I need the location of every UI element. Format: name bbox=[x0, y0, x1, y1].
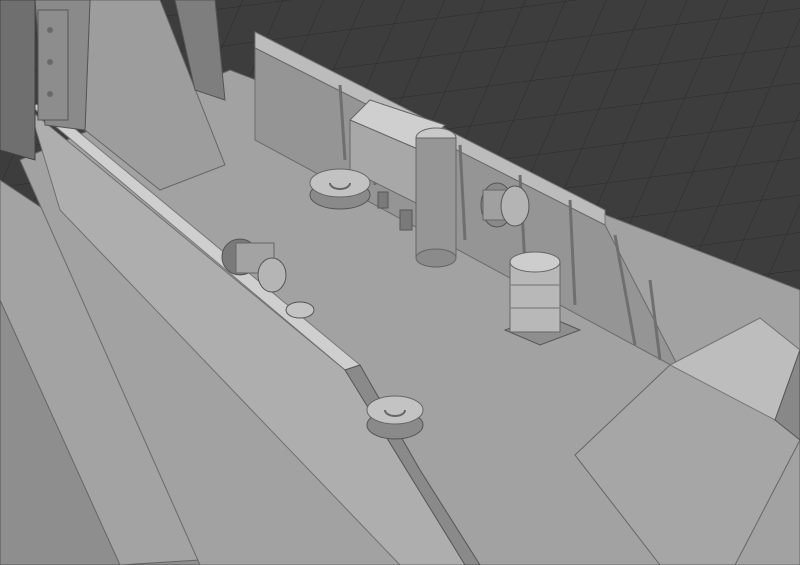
upper-left-post bbox=[0, 0, 36, 161]
viewport-canvas[interactable] bbox=[0, 0, 800, 565]
hatch-cover-rear bbox=[309, 168, 371, 210]
3d-viewport[interactable] bbox=[0, 0, 800, 565]
hatch-door bbox=[37, 9, 69, 121]
hatch-cover-front bbox=[366, 395, 424, 440]
winch-drum-rear bbox=[480, 182, 530, 228]
vent-cylinder bbox=[415, 127, 457, 268]
